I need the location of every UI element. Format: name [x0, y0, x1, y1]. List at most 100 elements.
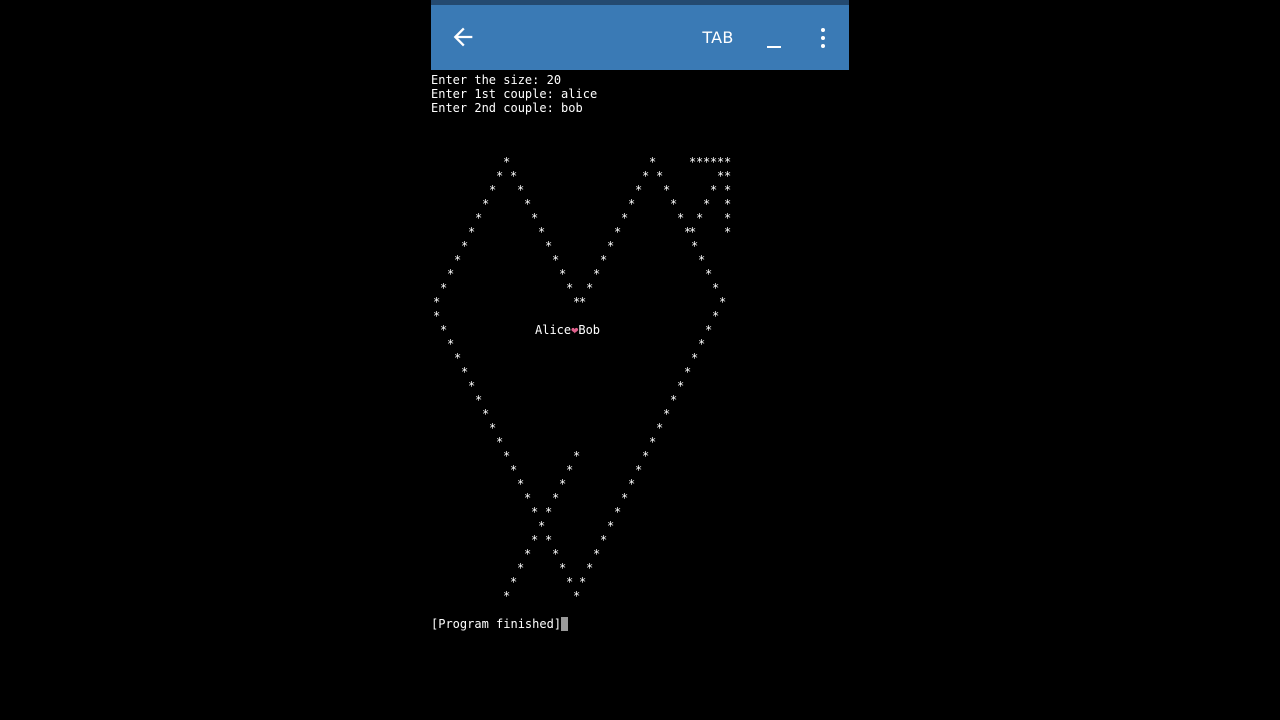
couple-label: Alice❤Bob [535, 323, 600, 337]
ascii-star: * [684, 365, 692, 379]
ascii-star: * [531, 211, 539, 225]
ascii-star: * [600, 253, 608, 267]
ascii-star: * [677, 379, 685, 393]
first-couple-prompt-line: Enter 1st couple: alice [431, 87, 598, 101]
ascii-star: * [677, 211, 685, 225]
program-finished-text: [Program finished] [431, 617, 562, 631]
underscore-key-button[interactable] [761, 23, 787, 53]
ascii-star: * [712, 309, 720, 323]
ascii-star: * [593, 267, 601, 281]
ascii-star: * [482, 197, 490, 211]
ascii-star: * [607, 239, 615, 253]
ascii-star: * [663, 407, 671, 421]
ascii-star: * [559, 267, 567, 281]
ascii-star: * [573, 449, 581, 463]
ascii-star: * [712, 281, 720, 295]
size-prompt-line: Enter the size: 20 [431, 73, 562, 87]
terminal-output[interactable]: Enter the size: 20 Enter 1st couple: ali… [431, 70, 849, 720]
ascii-star: * [642, 449, 650, 463]
ascii-star: * [454, 351, 462, 365]
ascii-star: * [663, 183, 671, 197]
ascii-star: * [593, 547, 601, 561]
ascii-star: * [724, 225, 732, 239]
ascii-star: * [454, 253, 462, 267]
ascii-star: * [552, 547, 560, 561]
ascii-star: * [475, 211, 483, 225]
ascii-star: * [670, 393, 678, 407]
tab-key-button[interactable]: TAB [693, 25, 743, 51]
back-button[interactable] [449, 23, 477, 51]
ascii-star: * [510, 575, 518, 589]
ascii-star: * [545, 505, 553, 519]
terminal-app-window: TAB Enter the size: 20 Enter 1st couple:… [431, 0, 849, 720]
ascii-star: * [724, 155, 732, 169]
ascii-star: * [724, 197, 732, 211]
ascii-star: * [614, 225, 622, 239]
ascii-star: * [614, 505, 622, 519]
ascii-star: * [724, 183, 732, 197]
ascii-star: * [461, 239, 469, 253]
ascii-star: * [579, 575, 587, 589]
ascii-star: * [724, 211, 732, 225]
ascii-star: * [524, 547, 532, 561]
ascii-star: * [482, 407, 490, 421]
ascii-star: * [517, 477, 525, 491]
ascii-star: * [703, 197, 711, 211]
ascii-star: * [475, 393, 483, 407]
ascii-star: * [628, 477, 636, 491]
ascii-star: * [705, 323, 713, 337]
ascii-star: * [691, 239, 699, 253]
ascii-star: * [524, 491, 532, 505]
ascii-star: * [545, 533, 553, 547]
ascii-star: * [566, 281, 574, 295]
ascii-star: * [724, 169, 732, 183]
program-finished-line: [Program finished] [431, 617, 569, 631]
ascii-star: * [698, 337, 706, 351]
ascii-star: * [531, 505, 539, 519]
ascii-star: * [586, 281, 594, 295]
ascii-star: * [503, 449, 511, 463]
more-vert-icon-dot [821, 44, 825, 48]
text-cursor [561, 617, 569, 631]
ascii-star: * [579, 295, 587, 309]
ascii-star: * [628, 197, 636, 211]
ascii-star: * [517, 561, 525, 575]
ascii-star: * [670, 197, 678, 211]
ascii-star: * [489, 421, 497, 435]
arrow-left-icon [453, 27, 473, 47]
ascii-star: * [440, 281, 448, 295]
ascii-star: * [691, 351, 699, 365]
ascii-star: * [510, 169, 518, 183]
ascii-star: * [468, 379, 476, 393]
ascii-star: * [496, 169, 504, 183]
ascii-star: * [621, 491, 629, 505]
ascii-star: * [635, 183, 643, 197]
ascii-star: * [642, 169, 650, 183]
ascii-star: * [503, 155, 511, 169]
toolbar: TAB [431, 5, 849, 70]
ascii-star: * [461, 365, 469, 379]
ascii-star: * [607, 519, 615, 533]
ascii-star: * [503, 589, 511, 603]
ascii-star: * [621, 211, 629, 225]
first-name: Alice [535, 323, 572, 337]
ascii-star: * [689, 225, 697, 239]
ascii-star: * [559, 561, 567, 575]
ascii-star: * [635, 463, 643, 477]
ascii-star: * [649, 155, 657, 169]
ascii-star: * [566, 575, 574, 589]
ascii-star: * [656, 169, 664, 183]
more-vert-icon [821, 28, 825, 32]
more-vert-icon-dot [821, 36, 825, 40]
ascii-star: * [447, 267, 455, 281]
ascii-star: * [698, 253, 706, 267]
ascii-star: * [710, 183, 718, 197]
underscore-key-icon [767, 46, 781, 48]
ascii-star: * [696, 211, 704, 225]
ascii-star: * [552, 253, 560, 267]
more-options-button[interactable] [811, 23, 835, 53]
ascii-star: * [531, 533, 539, 547]
ascii-star: * [649, 435, 657, 449]
ascii-star: * [433, 309, 441, 323]
ascii-star: * [545, 239, 553, 253]
